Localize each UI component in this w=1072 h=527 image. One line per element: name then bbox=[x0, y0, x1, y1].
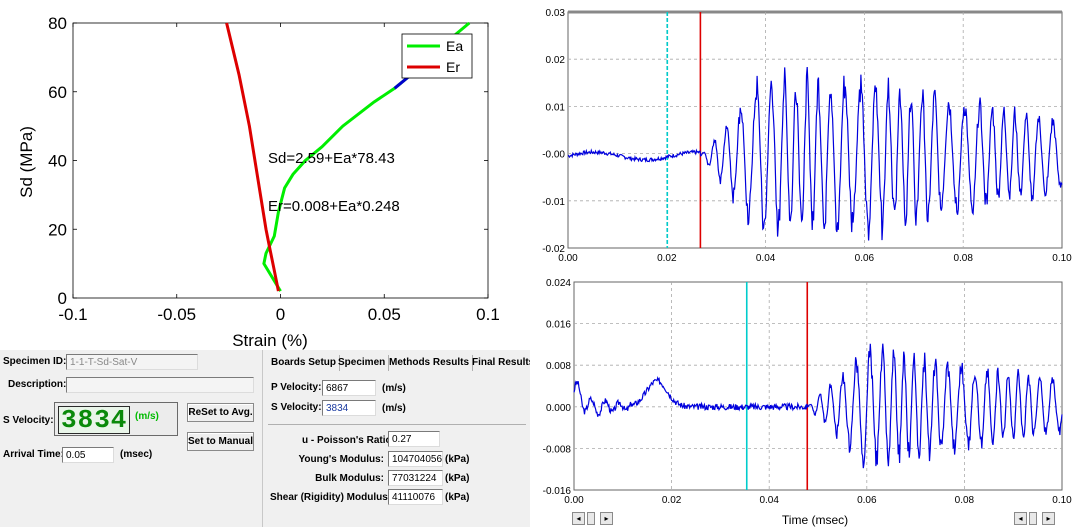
ss-xtick-label: -0.1 bbox=[58, 305, 87, 324]
ss-ytick-label: 20 bbox=[48, 220, 67, 239]
scroll-left-button-2[interactable]: ◂ bbox=[1014, 512, 1027, 525]
ss-xtick-label: 0.05 bbox=[368, 305, 401, 324]
ss-xtick-label: -0.05 bbox=[157, 305, 196, 324]
youngs-label: Young's Modulus: bbox=[298, 454, 384, 465]
set-to-manual-button[interactable]: Set to Manual bbox=[187, 432, 254, 451]
wave-ytick-label: 0.02 bbox=[546, 55, 566, 66]
stress-strain-chart: 020406080-0.1 -0.05 0 0.05 0.1 Sd=2.59+Ea*78… bbox=[17, 14, 500, 350]
ss-annotation-2: Er=0.008+Ea*0.248 bbox=[268, 198, 400, 215]
scroll-right-button[interactable]: ▸ bbox=[600, 512, 613, 525]
s-velocity-result-unit: (m/s) bbox=[382, 403, 406, 414]
s-velocity-display: 3834 (m/s) bbox=[54, 402, 178, 436]
ss-annotation-1: Sd=2.59+Ea*78.43 bbox=[268, 150, 395, 167]
wave-ytick-label: 0.008 bbox=[546, 361, 571, 372]
wave-ytick-label: 0.024 bbox=[546, 278, 571, 289]
p-velocity-unit: (m/s) bbox=[382, 383, 406, 394]
specimen-id-field[interactable]: 1-1-T-Sd-Sat-V bbox=[66, 354, 198, 370]
ss-ytick-label: 80 bbox=[48, 14, 67, 33]
s-velocity-result-field: 3834 bbox=[322, 400, 376, 416]
tab-specimen[interactable]: Specimen bbox=[335, 355, 390, 371]
ss-legend: Ea Er bbox=[401, 33, 473, 79]
poisson-field: 0.27 bbox=[388, 431, 440, 447]
ss-ytick-label: 60 bbox=[48, 83, 67, 102]
scroll-left-button[interactable]: ◂ bbox=[572, 512, 585, 525]
poisson-label: u - Poisson's Ratio: bbox=[302, 435, 395, 446]
shear-label: Shear (Rigidity) Modulus: bbox=[270, 492, 392, 503]
youngs-unit: (kPa) bbox=[445, 454, 470, 465]
waveform-bottom-chart: 0.00 0.02 0.04 0.06 0.08 0.100.0240.0160.0080… bbox=[543, 278, 1072, 527]
bulk-field: 77031224 bbox=[388, 470, 443, 486]
wave-ytick-label: 0.016 bbox=[546, 320, 571, 331]
s-velocity-unit: (m/s) bbox=[135, 411, 159, 422]
wave-xtick-label: 0.06 bbox=[855, 253, 875, 264]
wave-ytick-label: -0.02 bbox=[542, 244, 565, 255]
legend-ea: Ea bbox=[446, 38, 463, 54]
youngs-field: 104704056 bbox=[388, 451, 443, 467]
wave-xtick-label: 0.08 bbox=[953, 253, 973, 264]
ss-ylabel: Sd (MPa) bbox=[17, 126, 36, 198]
bulk-unit: (kPa) bbox=[445, 473, 470, 484]
scroll-right-button-2[interactable]: ▸ bbox=[1042, 512, 1055, 525]
p-velocity-label: P Velocity: bbox=[271, 382, 322, 393]
p-velocity-field: 6867 bbox=[322, 380, 376, 396]
shear-field: 41110076 bbox=[388, 489, 443, 505]
wave-xtick-label: 0.10 bbox=[1052, 495, 1072, 506]
wave-xtick-label: 0.10 bbox=[1052, 253, 1072, 264]
description-field[interactable] bbox=[66, 377, 254, 393]
results-divider bbox=[268, 424, 526, 425]
wave-xtick-label: 0.04 bbox=[756, 253, 776, 264]
description-label: Description: bbox=[8, 379, 67, 390]
wave-ytick-label: 0.000 bbox=[546, 403, 571, 414]
tab-methods-results[interactable]: Methods Results bbox=[386, 355, 474, 371]
wave-xtick-label: 0.06 bbox=[857, 495, 877, 506]
wave-ytick-label: 0.03 bbox=[546, 8, 566, 19]
scroll-bar-thumb-2[interactable] bbox=[1029, 512, 1037, 525]
arrival-time-unit: (msec) bbox=[120, 449, 153, 460]
s-velocity-label: S Velocity: bbox=[3, 415, 54, 426]
reset-to-avg-button[interactable]: ReSet to Avg. bbox=[187, 403, 254, 422]
ss-ytick-label: 40 bbox=[48, 152, 67, 171]
ss-xlabel: Strain (%) bbox=[232, 331, 308, 350]
wave-xtick-label: 0.08 bbox=[955, 495, 975, 506]
scroll-bar-thumb[interactable] bbox=[587, 512, 595, 525]
s-velocity-result-label: S Velocity: bbox=[271, 402, 322, 413]
time-axis-label: Time (msec) bbox=[782, 513, 848, 527]
tab-boards-setup[interactable]: Boards Setup bbox=[268, 355, 341, 371]
wave-ytick-label: -0.016 bbox=[543, 486, 572, 497]
wave-xtick-label: 0.02 bbox=[657, 253, 677, 264]
waveform-top-chart: 0.00 0.02 0.04 0.06 0.08 0.100.030.020.01-0.0… bbox=[542, 8, 1072, 264]
arrival-time-label: Arrival Time: bbox=[3, 449, 64, 460]
ss-xtick-label: 0 bbox=[276, 305, 285, 324]
legend-er: Er bbox=[446, 59, 460, 75]
tab-final-results[interactable]: Final Results bbox=[469, 355, 537, 371]
wave-xtick-label: 0.04 bbox=[759, 495, 779, 506]
wave-ytick-label: -0.00 bbox=[542, 150, 565, 161]
ss-xtick-label: 0.1 bbox=[476, 305, 500, 324]
bulk-label: Bulk Modulus: bbox=[315, 473, 384, 484]
wave-ytick-label: -0.008 bbox=[543, 444, 572, 455]
arrival-time-field[interactable]: 0.05 bbox=[62, 447, 114, 463]
wave-xtick-label: 0.02 bbox=[662, 495, 682, 506]
wave-ytick-label: 0.01 bbox=[546, 102, 566, 113]
wave-ytick-label: -0.01 bbox=[542, 197, 565, 208]
s-velocity-digits: 3834 bbox=[61, 405, 128, 435]
shear-unit: (kPa) bbox=[445, 492, 470, 503]
specimen-id-label: Specimen ID: bbox=[3, 356, 67, 367]
